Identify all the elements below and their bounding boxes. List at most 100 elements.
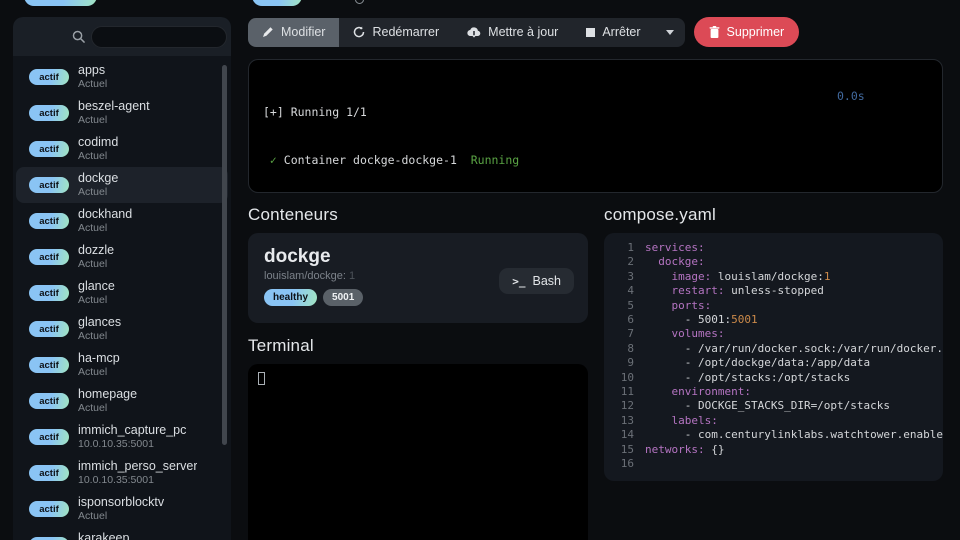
stack-subtitle: Actuel <box>78 222 132 235</box>
sidebar-scrollbar[interactable] <box>222 65 227 445</box>
stack-name: glances <box>78 315 121 330</box>
compose-line: 9 - /opt/dockge/data:/app/data <box>604 356 933 370</box>
status-badge: actif <box>29 105 69 121</box>
status-badge: actif <box>29 465 69 481</box>
stack-name: immich_perso_server <box>78 459 197 474</box>
restart-button[interactable]: Redémarrer <box>339 18 453 47</box>
stack-subtitle: Actuel <box>78 258 114 271</box>
chevron-down-icon <box>666 30 674 35</box>
delete-button[interactable]: Supprimer <box>694 17 800 47</box>
compose-line: 10 - /opt/stacks:/opt/stacks <box>604 371 933 385</box>
terminal-cursor <box>258 372 265 385</box>
stack-item-isponsorblocktv[interactable]: actifisponsorblocktvActuel <box>16 491 228 527</box>
compose-line: 6 - 5001:5001 <box>604 313 933 327</box>
search-input[interactable] <box>91 26 227 48</box>
container-card: dockge louislam/dockge: 1 healthy 5001 >… <box>248 233 588 323</box>
stack-item-beszel-agent[interactable]: actifbeszel-agentActuel <box>16 95 228 131</box>
main-content: Modifier Redémarrer <box>232 0 960 540</box>
stack-item-glance[interactable]: actifglanceActuel <box>16 275 228 311</box>
pencil-icon <box>262 26 274 38</box>
stack-item-dockge[interactable]: actifdockgeActuel <box>16 167 228 203</box>
terminal-box[interactable] <box>248 364 588 540</box>
terminal-prompt-icon: >_ <box>512 275 525 288</box>
status-badge: actif <box>29 213 69 229</box>
update-button[interactable]: Mettre à jour <box>453 18 572 47</box>
port-badge[interactable]: 5001 <box>323 289 363 306</box>
stop-icon <box>586 28 595 37</box>
stack-item-immich_perso_server[interactable]: actifimmich_perso_server10.0.10.35:5001 <box>16 455 228 491</box>
status-badge: actif <box>29 393 69 409</box>
compose-editor[interactable]: 1services:2 dockge:3 image: louislam/doc… <box>604 233 943 481</box>
stack-item-dozzle[interactable]: actif dozzleActuel <box>16 239 228 275</box>
progress-duration: 0.0s <box>837 88 865 104</box>
search-icon <box>72 30 85 43</box>
stack-item-immich_capture_pc[interactable]: actif immich_capture_pc10.0.10.35:5001 <box>16 419 228 455</box>
compose-line: 12 - DOCKGE_STACKS_DIR=/opt/stacks <box>604 399 933 413</box>
compose-line: 13 labels: <box>604 414 933 428</box>
compose-line: 3 image: louislam/dockge:1 <box>604 270 933 284</box>
stop-dropdown-button[interactable] <box>655 18 685 47</box>
compose-line: 4 restart: unless-stopped <box>604 284 933 298</box>
sidebar-top-badge[interactable] <box>24 0 97 6</box>
stack-name: dockge <box>78 171 118 186</box>
stack-subtitle: Actuel <box>78 510 164 523</box>
stack-item-apps[interactable]: actifappsActuel <box>16 59 228 95</box>
stack-toolbar: Modifier Redémarrer <box>248 17 943 47</box>
stack-subtitle: Actuel <box>78 330 121 343</box>
stack-name: codimd <box>78 135 118 150</box>
progress-line-2: ✓ Container dockge-dockge-1 Running <box>263 152 928 168</box>
stack-item-ha-mcp[interactable]: actifha-mcpActuel <box>16 347 228 383</box>
compose-line: 14 - com.centurylinklabs.watchtower.enab… <box>604 428 933 442</box>
compose-editor-lines: 1services:2 dockge:3 image: louislam/doc… <box>604 241 933 472</box>
restart-icon <box>353 26 365 38</box>
stop-label: Arrêter <box>602 25 640 39</box>
stack-subtitle: Actuel <box>78 78 107 91</box>
delete-label: Supprimer <box>727 25 785 39</box>
compose-line: 2 dockge: <box>604 255 933 269</box>
status-badge: actif <box>29 141 69 157</box>
update-label: Mettre à jour <box>488 25 558 39</box>
stack-name: isponsorblocktv <box>78 495 164 510</box>
stack-name: apps <box>78 63 107 78</box>
stack-item-karakeep[interactable]: actifkarakeepActuel <box>16 527 228 540</box>
compose-line: 1services: <box>604 241 933 255</box>
stack-subtitle: Actuel <box>78 366 120 379</box>
stack-title-icon <box>355 0 364 4</box>
status-badge: actif <box>29 429 69 445</box>
stack-item-codimd[interactable]: actif codimdActuel <box>16 131 228 167</box>
stack-subtitle: Actuel <box>78 150 118 163</box>
stack-list: actifappsActuelactifbeszel-agentActuelac… <box>13 56 231 540</box>
stack-subtitle: Actuel <box>78 402 137 415</box>
progress-line-1: [+] Running 1/1 <box>263 104 928 120</box>
trash-icon <box>709 26 720 38</box>
compose-line: 16 <box>604 457 933 471</box>
stack-name: immich_capture_pc <box>78 423 186 438</box>
terminal-heading: Terminal <box>248 336 588 356</box>
status-badge: actif <box>29 249 69 265</box>
stack-action-group: Modifier Redémarrer <box>248 18 685 47</box>
stack-item-glances[interactable]: actif glancesActuel <box>16 311 228 347</box>
check-icon: ✓ <box>263 153 284 167</box>
status-badge: actif <box>29 357 69 373</box>
stack-name: karakeep <box>78 531 129 540</box>
stack-subtitle: 10.0.10.35:5001 <box>78 438 186 451</box>
compose-line: 15networks: {} <box>604 443 933 457</box>
compose-line: 7 volumes: <box>604 327 933 341</box>
bash-button[interactable]: >_ Bash <box>499 268 574 294</box>
restart-label: Redémarrer <box>372 25 439 39</box>
sidebar-panel: actifappsActuelactifbeszel-agentActuelac… <box>13 17 231 540</box>
stack-name: glance <box>78 279 115 294</box>
status-badge: actif <box>29 177 69 193</box>
stack-name: beszel-agent <box>78 99 150 114</box>
stop-button[interactable]: Arrêter <box>572 18 654 47</box>
stack-name: dozzle <box>78 243 114 258</box>
compose-progress-output: [+] Running 1/1 ✓ Container dockge-dockg… <box>248 59 943 193</box>
status-badge: actif <box>29 321 69 337</box>
stack-item-dockhand[interactable]: actifdockhandActuel <box>16 203 228 239</box>
edit-button[interactable]: Modifier <box>248 18 339 47</box>
sidebar: actifappsActuelactifbeszel-agentActuelac… <box>0 0 232 540</box>
compose-line: 5 ports: <box>604 299 933 313</box>
container-name: dockge <box>264 246 572 268</box>
stack-subtitle: Actuel <box>78 294 115 307</box>
stack-item-homepage[interactable]: actifhomepageActuel <box>16 383 228 419</box>
